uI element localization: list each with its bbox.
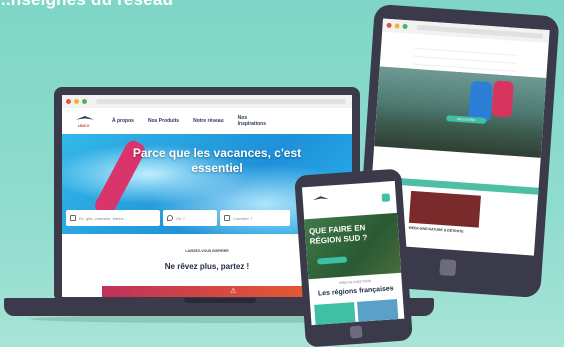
tablet-hero-photo: DÉCOUVRIR [374,66,547,158]
search-bar: Ex: gîte, chambre, thème... Où ? Combien… [66,210,290,226]
tablet-browser-bar [382,18,550,44]
tablet-home-button[interactable] [439,259,457,277]
what-field-placeholder: Ex: gîte, chambre, thème... [79,215,128,221]
address-bar[interactable] [96,99,346,104]
phone-hero: QUE FAIRE EN RÉGION SUD ? [304,212,402,280]
phone-logo[interactable] [313,195,332,206]
where-field-placeholder: Où ? [176,215,185,221]
hero-title: Parce que les vacances, c'est essentiel [132,146,302,175]
phone-section-title: Les régions françaises [317,285,394,298]
logo-text: UNCV [78,123,90,128]
where-field[interactable]: Où ? [163,210,217,226]
quantity-field[interactable]: Combien ? [220,210,290,226]
close-window-dot[interactable] [66,99,71,104]
nav-item-products[interactable]: Nos Produits [148,118,179,124]
region-tile[interactable] [357,299,399,322]
maximize-window-dot[interactable] [82,99,87,104]
hiker-figure [491,80,514,118]
location-pin-icon [167,215,173,221]
quantity-field-placeholder: Combien ? [233,215,253,221]
what-field[interactable]: Ex: gîte, chambre, thème... [66,210,160,226]
phone: QUE FAIRE EN RÉGION SUD ? PRÈS DE CHEZ V… [294,168,413,347]
hamburger-menu-icon[interactable] [381,193,391,202]
tablet-card-label[interactable]: WEEK-END NATURE & DÉTENTE [408,226,463,234]
nav-item-network[interactable]: Notre réseau [193,118,224,124]
calendar-icon [224,215,230,221]
phone-home-button[interactable] [349,325,363,339]
tablet-card-image[interactable] [408,190,481,228]
site-logo[interactable]: UNCV [74,114,98,128]
alert-banner[interactable]: ⚠ [102,286,312,297]
phone-hero-title: QUE FAIRE EN RÉGION SUD ? [308,223,368,247]
browser-bar [62,95,352,108]
phone-display: QUE FAIRE EN RÉGION SUD ? PRÈS DE CHEZ V… [301,180,405,326]
tablet-maximize-dot[interactable] [402,23,408,30]
home-icon [70,215,76,221]
region-tile[interactable] [314,302,356,325]
site-nav: UNCV À propos Nos Produits Notre réseau … [62,108,352,134]
device-mockup-scene: ...nseignes du réseau UNCV À propos Nos … [0,0,564,347]
headline: ...nseignes du réseau [0,0,173,10]
minimize-window-dot[interactable] [74,99,79,104]
nav-item-about[interactable]: À propos [112,118,134,124]
nav-item-inspirations[interactable]: Nos Inspirations [238,115,266,127]
warning-icon: ⚠ [230,288,237,295]
tablet-close-dot[interactable] [386,22,392,29]
tablet-address-bar[interactable] [416,24,544,39]
tablet-minimize-dot[interactable] [394,23,400,29]
tablet-text-line [377,156,536,173]
phone-hero-button[interactable] [316,256,348,265]
phone-region-tiles [314,299,399,325]
